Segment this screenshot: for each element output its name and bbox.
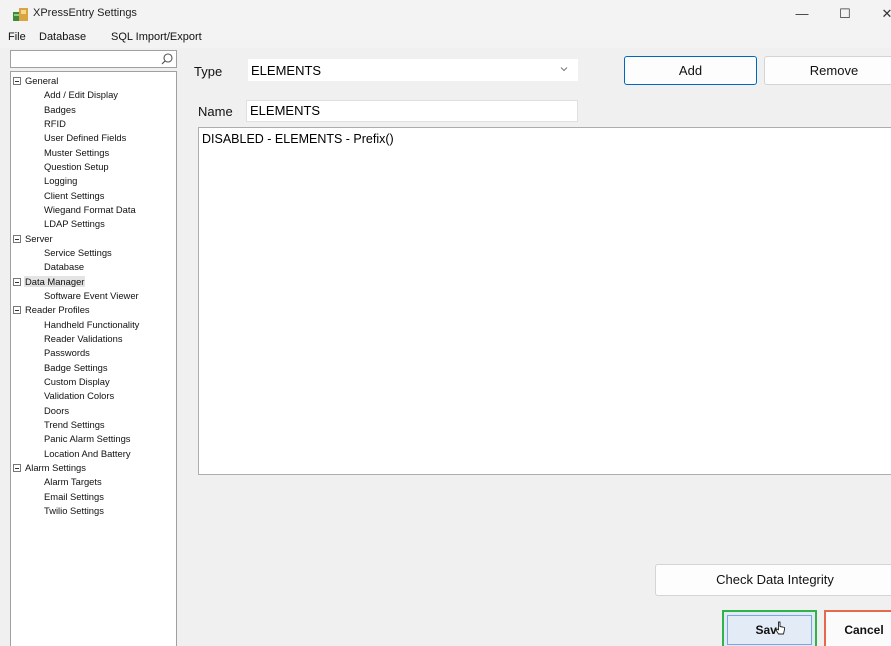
tree-item-label: Badges <box>44 103 76 115</box>
tree-item-label: User Defined Fields <box>44 132 127 144</box>
collapse-icon[interactable] <box>13 234 21 243</box>
search-icon <box>161 53 173 65</box>
tree-item-ldap-settings[interactable]: LDAP Settings <box>44 217 105 231</box>
tree-item-passwords[interactable]: Passwords <box>44 346 90 360</box>
tree-item-label: Reader Validations <box>44 332 123 344</box>
check-data-integrity-button[interactable]: Check Data Integrity <box>655 564 891 596</box>
tree-item-label: Wiegand Format Data <box>44 203 136 215</box>
tree-item-label: Handheld Functionality <box>44 318 140 330</box>
tree-item-alarm-targets[interactable]: Alarm Targets <box>44 475 102 489</box>
tree-item-software-event-viewer[interactable]: Software Event Viewer <box>44 289 139 303</box>
tree-search-input[interactable] <box>10 50 177 68</box>
tree-item-label: Validation Colors <box>44 390 115 402</box>
tree-item-location-and-battery[interactable]: Location And Battery <box>44 447 131 461</box>
tree-item-label: Panic Alarm Settings <box>44 433 131 445</box>
tree-item-label: Twilio Settings <box>44 504 104 516</box>
tree-item-doors[interactable]: Doors <box>44 404 69 418</box>
tree-item-label: General <box>25 75 59 86</box>
window-title: XPressEntry Settings <box>33 7 137 19</box>
tree-item-muster-settings[interactable]: Muster Settings <box>44 146 109 160</box>
tree-item-badge-settings[interactable]: Badge Settings <box>44 361 108 375</box>
tree-item-label: Trend Settings <box>44 418 105 430</box>
collapse-icon[interactable] <box>13 277 21 286</box>
cancel-button[interactable]: Cancel <box>824 610 891 646</box>
title-bar: XPressEntry Settings — ☐ ✕ <box>0 0 891 28</box>
settings-window: XPressEntry Settings — ☐ ✕ File Database… <box>0 0 891 646</box>
tree-group-general[interactable]: General <box>13 74 59 88</box>
tree-item-service-settings[interactable]: Service Settings <box>44 246 112 260</box>
tree-item-label: Logging <box>44 175 78 187</box>
type-dropdown[interactable]: ELEMENTS <box>247 58 579 82</box>
name-field[interactable]: ELEMENTS <box>246 100 578 122</box>
tree-item-label: Doors <box>44 404 70 416</box>
remove-button[interactable]: Remove <box>764 56 891 85</box>
tree-group-reader-profiles[interactable]: Reader Profiles <box>13 303 91 317</box>
tree-item-handheld-functionality[interactable]: Handheld Functionality <box>44 318 139 332</box>
tree-item-label: Location And Battery <box>44 447 131 459</box>
tree-item-user-defined-fields[interactable]: User Defined Fields <box>44 131 126 145</box>
tree-item-label: Alarm Targets <box>44 476 102 488</box>
minimize-button[interactable]: — <box>787 4 817 24</box>
menu-database[interactable]: Database <box>39 31 86 43</box>
name-label: Name <box>198 104 233 119</box>
save-button[interactable]: Save <box>722 610 817 646</box>
close-button[interactable]: ✕ <box>872 4 891 24</box>
tree-item-twilio-settings[interactable]: Twilio Settings <box>44 504 104 518</box>
tree-item-custom-display[interactable]: Custom Display <box>44 375 110 389</box>
tree-item-database[interactable]: Database <box>44 260 84 274</box>
tree-item-wiegand-format-data[interactable]: Wiegand Format Data <box>44 203 136 217</box>
tree-item-label: Data Manager <box>24 275 86 287</box>
add-button[interactable]: Add <box>624 56 757 85</box>
tree-group-alarm-settings[interactable]: Alarm Settings <box>13 461 87 475</box>
tree-item-reader-validations[interactable]: Reader Validations <box>44 332 123 346</box>
tree-item-label: Alarm Settings <box>25 461 86 473</box>
tree-item-label: Database <box>44 261 85 273</box>
tree-item-label: Add / Edit Display <box>44 89 118 101</box>
type-selected-value: ELEMENTS <box>251 63 322 78</box>
tree-item-label: Reader Profiles <box>25 304 90 316</box>
tree-item-label: RFID <box>44 117 66 129</box>
element-content-area[interactable]: DISABLED - ELEMENTS - Prefix() <box>198 127 891 475</box>
tree-item-email-settings[interactable]: Email Settings <box>44 490 104 504</box>
tree-item-badges[interactable]: Badges <box>44 103 76 117</box>
chevron-down-icon <box>560 67 568 72</box>
tree-item-logging[interactable]: Logging <box>44 174 77 188</box>
settings-tree: General Add / Edit Display Badges RFID User … <box>10 71 177 646</box>
tree-item-rfid[interactable]: RFID <box>44 117 66 131</box>
maximize-button[interactable]: ☐ <box>830 4 860 24</box>
tree-item-panic-alarm-settings[interactable]: Panic Alarm Settings <box>44 432 131 446</box>
tree-item-label: LDAP Settings <box>44 218 105 230</box>
tree-item-label: Client Settings <box>44 189 105 201</box>
collapse-icon[interactable] <box>13 306 21 315</box>
tree-item-add-edit-display[interactable]: Add / Edit Display <box>44 88 118 102</box>
tree-item-label: Badge Settings <box>44 361 108 373</box>
mouse-cursor-icon <box>775 621 785 635</box>
menu-file[interactable]: File <box>8 31 26 43</box>
tree-item-label: Custom Display <box>44 375 110 387</box>
tree-item-client-settings[interactable]: Client Settings <box>44 189 104 203</box>
tree-group-data-manager[interactable]: Data Manager <box>13 275 86 289</box>
tree-group-server[interactable]: Server <box>13 232 54 246</box>
tree-item-label: Email Settings <box>44 490 104 502</box>
tree-item-label: Server <box>25 232 53 244</box>
tree-item-label: Passwords <box>44 347 90 359</box>
tree-item-trend-settings[interactable]: Trend Settings <box>44 418 105 432</box>
collapse-icon[interactable] <box>13 77 21 85</box>
tree-item-label: Muster Settings <box>44 146 110 158</box>
app-icon <box>13 8 28 21</box>
tree-item-question-setup[interactable]: Question Setup <box>44 160 109 174</box>
tree-item-label: Software Event Viewer <box>44 289 139 301</box>
tree-item-validation-colors[interactable]: Validation Colors <box>44 389 114 403</box>
collapse-icon[interactable] <box>13 463 21 472</box>
tree-item-label: Question Setup <box>44 160 109 172</box>
type-label: Type <box>194 64 223 79</box>
menu-bar: File Database SQL Import/Export <box>0 28 891 48</box>
tree-item-label: Service Settings <box>44 246 112 258</box>
menu-sql-import-export[interactable]: SQL Import/Export <box>111 31 202 43</box>
